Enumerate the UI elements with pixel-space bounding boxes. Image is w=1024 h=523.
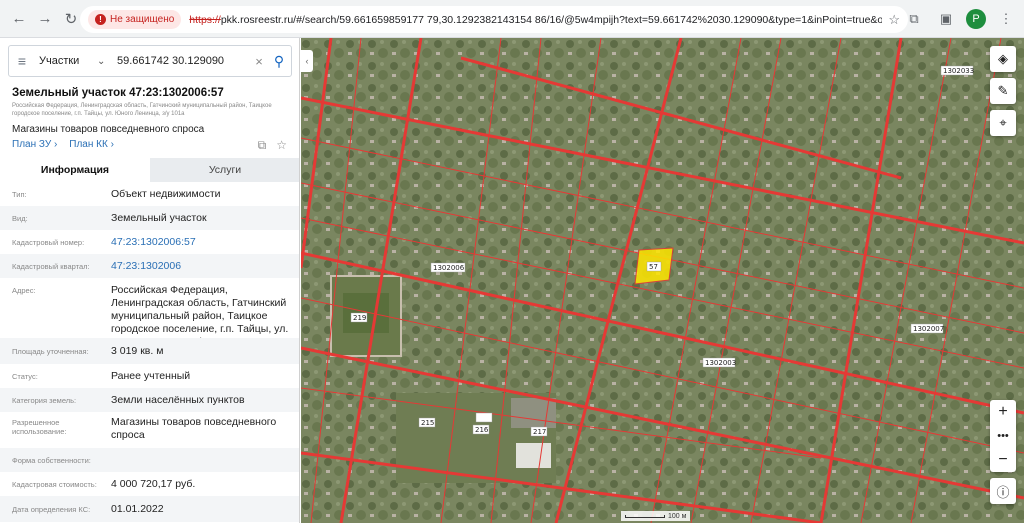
- extensions-icon[interactable]: ⧉: [902, 6, 926, 32]
- info-value: Земельный участок: [111, 212, 207, 224]
- info-label: Разрешенное использование:: [12, 418, 67, 436]
- info-row-category: Категория земель: Земли населённых пункт…: [0, 388, 299, 412]
- zoom-in-button[interactable]: +: [990, 400, 1016, 424]
- url-text[interactable]: https://pkk.rosreestr.ru/#/search/59.661…: [189, 14, 882, 26]
- info-value: 01.01.2022: [111, 503, 164, 515]
- cadastral-map[interactable]: 57 1302006 1302007 1302003 1302033 219 2…: [301, 38, 1024, 523]
- info-label: Кадастровый номер:: [12, 238, 85, 247]
- back-icon[interactable]: ←: [6, 6, 32, 32]
- favorite-star-icon[interactable]: ☆: [276, 138, 287, 153]
- info-label: Дата определения КС:: [12, 505, 91, 514]
- info-value: 3 019 кв. м: [111, 345, 164, 357]
- tab-services[interactable]: Услуги: [150, 158, 299, 182]
- url-scheme: https://: [189, 13, 221, 26]
- parcel-label-highlight: 57: [649, 263, 658, 271]
- info-label: Тип:: [12, 190, 27, 199]
- bookmark-star-icon[interactable]: ☆: [888, 12, 900, 28]
- info-label: Кадастровая стоимость:: [12, 480, 97, 489]
- scale-bar: 100 м: [621, 511, 691, 521]
- profile-avatar[interactable]: P: [966, 9, 986, 29]
- info-row-kind: Вид: Земельный участок: [0, 206, 299, 230]
- menu-kebab-icon[interactable]: ⋮: [994, 6, 1018, 32]
- sidepanel-icon[interactable]: ▣: [934, 6, 958, 32]
- info-label: Категория земель:: [12, 396, 77, 405]
- url-rest: pkk.rosreestr.ru/#/search/59.66165985917…: [220, 13, 883, 26]
- scale-label: 100 м: [668, 512, 687, 520]
- info-row-type: Тип: Объект недвижимости: [0, 182, 299, 206]
- quarter-label: 1302033: [943, 67, 974, 75]
- search-type-select[interactable]: Участки: [35, 55, 97, 67]
- info-row-ownership: Форма собственности:: [0, 448, 299, 472]
- info-row-cost: Кадастровая стоимость: 4 000 720,17 руб.: [0, 472, 299, 496]
- info-value: Магазины товаров повседневного спроса: [111, 416, 277, 441]
- quarter-label: 1302006: [433, 264, 465, 272]
- plan-kk-label: План КК: [69, 139, 108, 150]
- info-row-quarter: Кадастровый квартал: 47:23:1302006: [0, 254, 299, 278]
- info-label: Форма собственности:: [12, 456, 91, 465]
- plan-zu-label: План ЗУ: [12, 139, 52, 150]
- layers-icon[interactable]: ◈: [990, 46, 1016, 72]
- info-label: Статус:: [12, 372, 38, 381]
- insecure-badge[interactable]: ! Не защищено: [88, 10, 182, 29]
- parcel-label: 216: [475, 426, 489, 434]
- parcel-address-small: Российская Федерация, Ленинградская обла…: [12, 103, 272, 117]
- forward-icon[interactable]: →: [32, 6, 58, 32]
- info-row-address: Адрес: Российская Федерация, Ленинградск…: [0, 278, 299, 348]
- chevron-down-icon[interactable]: ⌄: [97, 56, 111, 67]
- address-bar[interactable]: ! Не защищено https://pkk.rosreestr.ru/#/…: [80, 6, 908, 33]
- clear-icon[interactable]: ×: [251, 54, 267, 69]
- quarter-link[interactable]: 47:23:1302006: [111, 260, 293, 273]
- info-icon[interactable]: ⓘ: [990, 478, 1016, 504]
- search-bar: ≡ Участки ⌄ 59.661742 30.129090 × ⚲: [8, 45, 292, 77]
- warning-icon: !: [95, 14, 106, 25]
- info-value: Ранее учтенный: [111, 370, 191, 382]
- plan-kk-link[interactable]: План КК ›: [69, 139, 114, 150]
- insecure-label: Не защищено: [110, 14, 175, 25]
- info-row-cadnum: Кадастровый номер: 47:23:1302006:57: [0, 230, 299, 254]
- info-value: 4 000 720,17 руб.: [111, 478, 196, 490]
- info-label: Кадастровый квартал:: [12, 262, 90, 271]
- plan-zu-link[interactable]: План ЗУ ›: [12, 139, 57, 150]
- scale-bar-graphic: [625, 514, 665, 518]
- parcel-label: 217: [533, 428, 546, 436]
- parcel-label: 219: [353, 314, 366, 322]
- zoom-out-button[interactable]: −: [990, 448, 1016, 472]
- tab-info[interactable]: Информация: [0, 158, 150, 182]
- info-value: Объект недвижимости: [111, 188, 221, 200]
- measure-pencil-icon[interactable]: ✎: [990, 78, 1016, 104]
- search-input[interactable]: 59.661742 30.129090: [111, 55, 251, 67]
- info-row-cost-date: Дата определения КС: 01.01.2022: [0, 496, 299, 522]
- info-row-status: Статус: Ранее учтенный: [0, 364, 299, 388]
- locate-icon[interactable]: ⌖: [990, 110, 1016, 136]
- more-dots-icon[interactable]: •••: [990, 424, 1016, 448]
- menu-icon[interactable]: ≡: [9, 53, 35, 69]
- info-row-use: Разрешенное использование: Магазины това…: [0, 412, 299, 448]
- info-panel: ≡ Участки ⌄ 59.661742 30.129090 × ⚲ Земе…: [0, 38, 300, 523]
- search-icon[interactable]: ⚲: [267, 53, 291, 70]
- parcel-title: Земельный участок 47:23:1302006:57: [12, 87, 224, 99]
- info-value: Земли населённых пунктов: [111, 394, 245, 406]
- zoom-controls: + ••• −: [990, 400, 1016, 472]
- info-label: Вид:: [12, 214, 28, 223]
- copy-icon[interactable]: ⧉: [258, 138, 267, 153]
- quarter-label: 1302003: [705, 359, 736, 367]
- map-canvas[interactable]: 57 1302006 1302007 1302003 1302033 219 2…: [301, 38, 1024, 523]
- browser-toolbar: ← → ↻ ! Не защищено https://pkk.rosreestr…: [0, 0, 1024, 38]
- info-label: Адрес:: [12, 286, 36, 295]
- cadnum-link[interactable]: 47:23:1302006:57: [111, 236, 293, 249]
- parcel-label: 215: [421, 419, 434, 427]
- quarter-label: 1302007: [913, 325, 944, 333]
- info-label: Площадь уточненная:: [12, 347, 89, 356]
- info-row-area: Площадь уточненная: 3 019 кв. м: [0, 338, 299, 364]
- parcel-purpose: Магазины товаров повседневного спроса: [12, 124, 205, 135]
- collapse-panel-button[interactable]: ‹: [301, 50, 313, 72]
